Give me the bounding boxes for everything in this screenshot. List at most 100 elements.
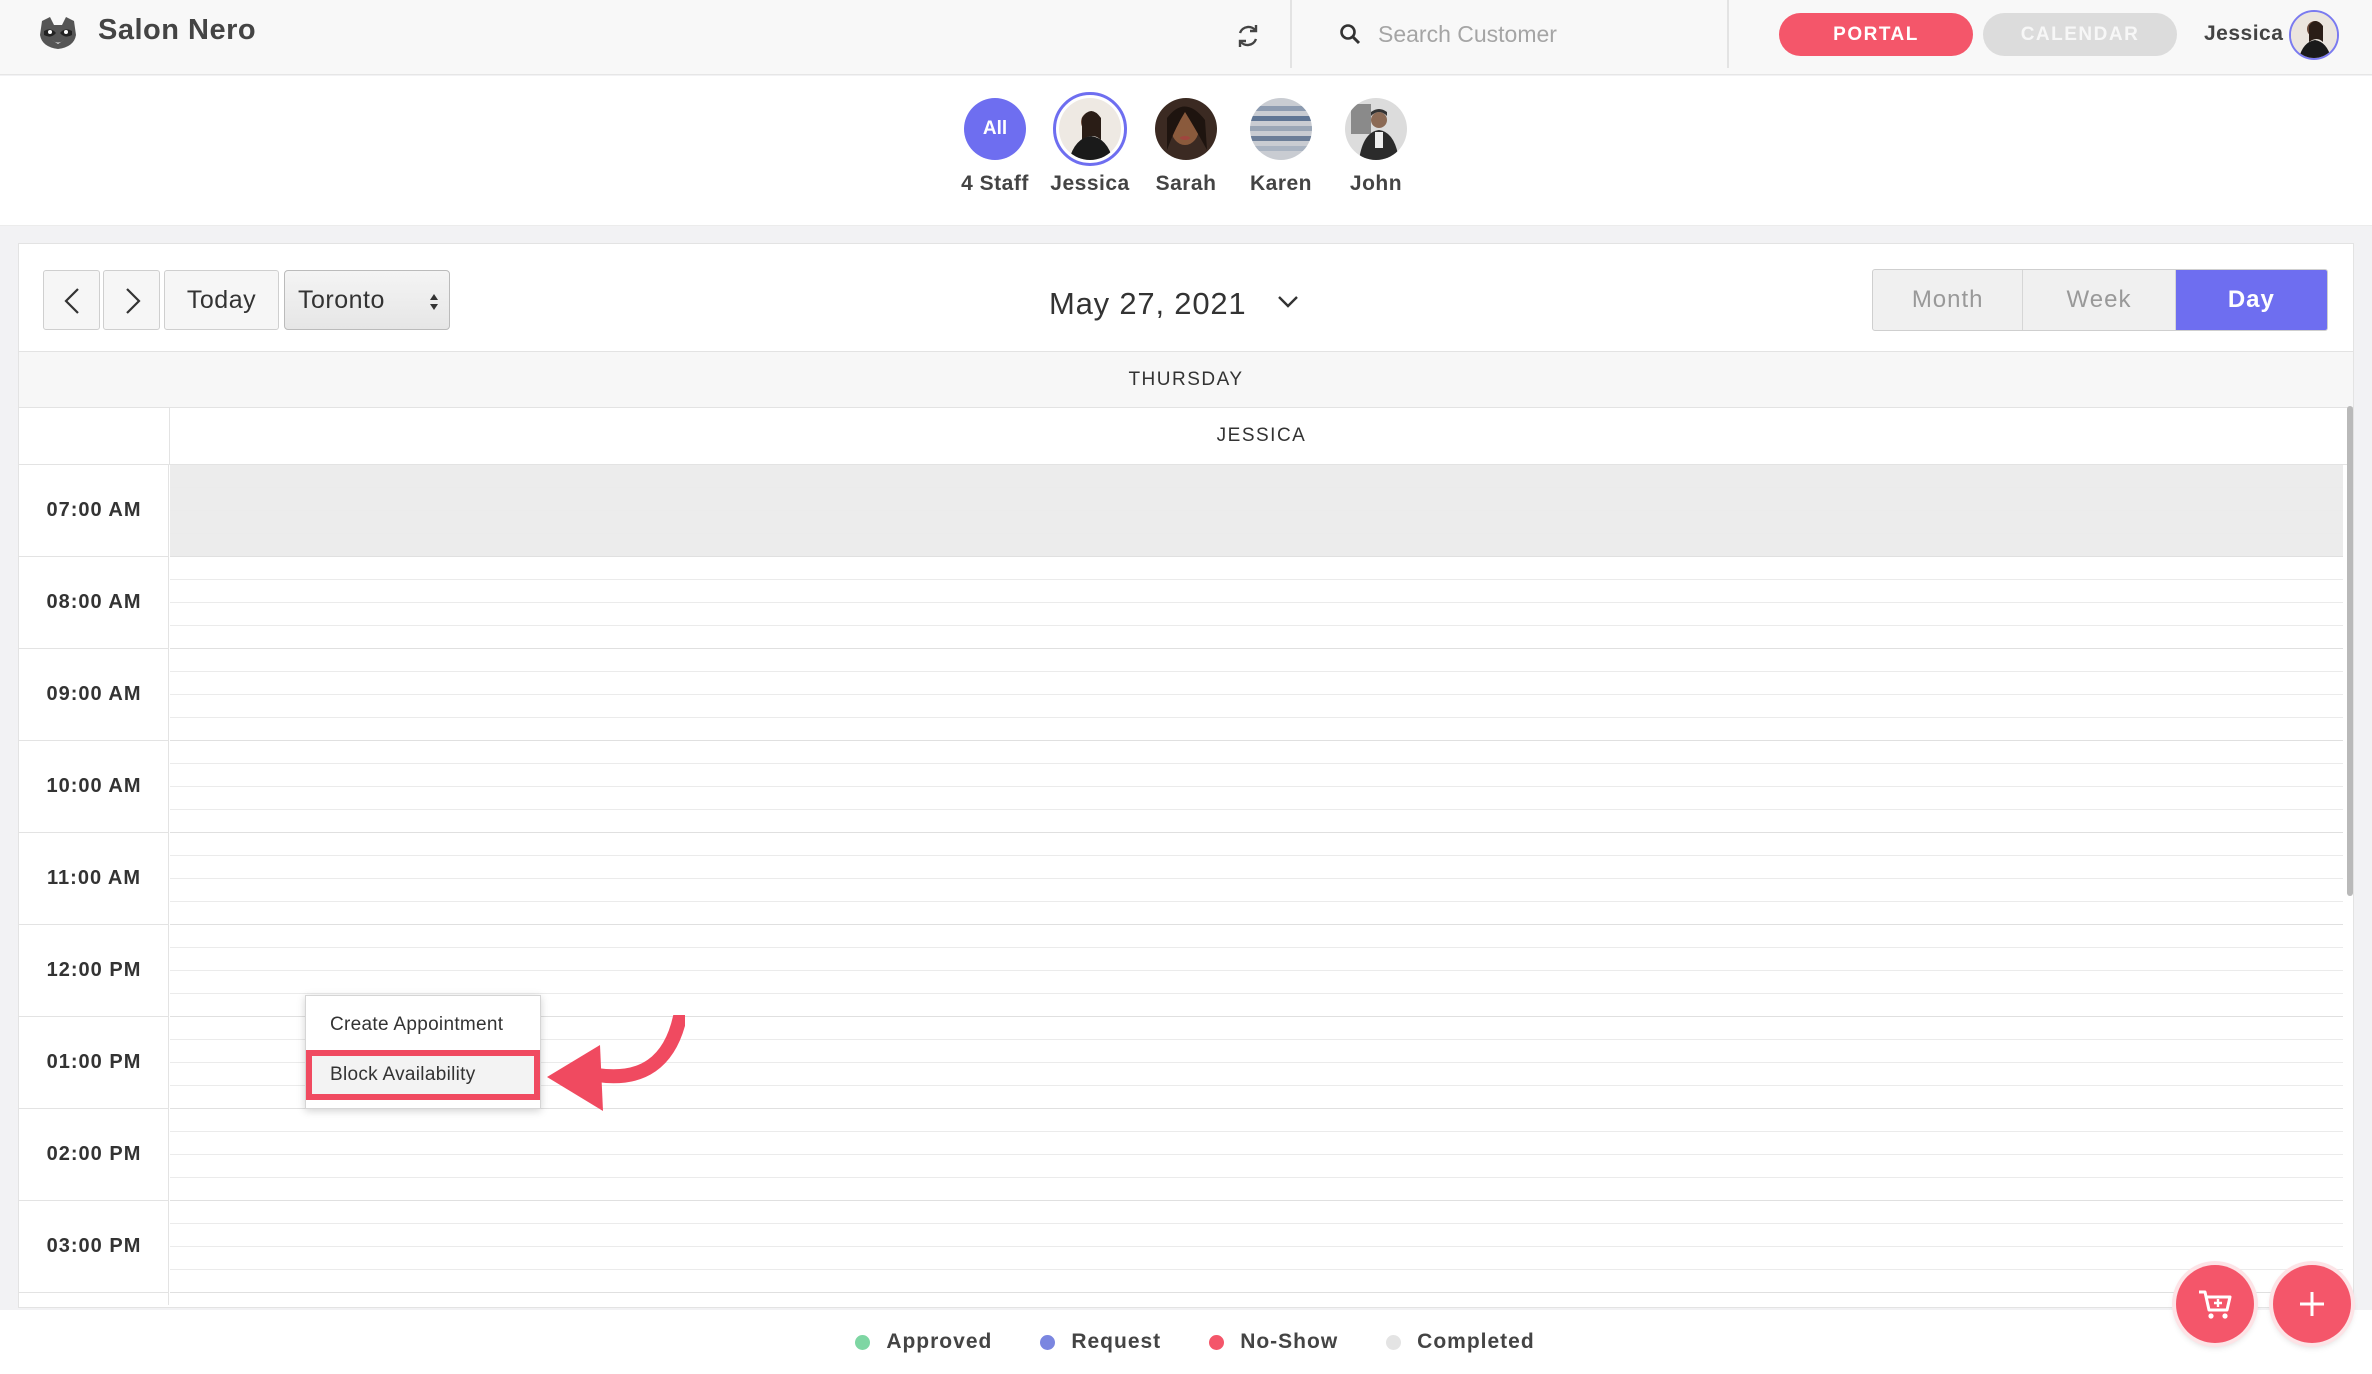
- staff-filter-bar: All 4 Staff Jessica Sarah Karen John: [0, 76, 2372, 226]
- slot-divider: [170, 878, 2343, 879]
- slot-divider: [170, 556, 2343, 557]
- user-avatar[interactable]: [2289, 10, 2339, 60]
- slot-divider: [170, 1200, 2343, 1201]
- time-label: 07:00 AM: [19, 465, 169, 557]
- today-button[interactable]: Today: [164, 270, 279, 330]
- view-switcher: Month Week Day: [1872, 269, 2328, 331]
- slot-divider: [170, 1131, 2343, 1132]
- slot-divider: [170, 579, 2343, 580]
- staff-filter-jessica[interactable]: Jessica: [1035, 92, 1145, 196]
- slot-divider: [170, 832, 2343, 833]
- time-slots-area[interactable]: [170, 465, 2343, 1305]
- add-button[interactable]: [2273, 1265, 2351, 1343]
- status-dot: [1386, 1334, 1402, 1350]
- slot-divider: [170, 970, 2343, 971]
- status-legend: Approved Request No-Show Completed: [0, 1310, 2372, 1374]
- current-date[interactable]: May 27, 2021: [1049, 286, 1246, 322]
- staff-filter-sarah[interactable]: Sarah: [1131, 98, 1241, 196]
- select-arrows-icon: [430, 294, 438, 310]
- staff-filter-john[interactable]: John: [1321, 98, 1431, 196]
- slot-divider: [170, 510, 2343, 511]
- time-label: 08:00 AM: [19, 557, 169, 649]
- refresh-icon[interactable]: [1232, 20, 1264, 52]
- slot-divider: [170, 1177, 2343, 1178]
- slot-divider: [170, 694, 2343, 695]
- slot-divider: [170, 648, 2343, 649]
- view-week-button[interactable]: Week: [2023, 270, 2176, 330]
- annotation-arrow-icon: [547, 1015, 685, 1111]
- status-dot: [1040, 1334, 1056, 1350]
- legend-no-show: No-Show: [1209, 1330, 1338, 1354]
- slot-divider: [170, 1292, 2343, 1293]
- staff-label: 4 Staff: [961, 172, 1029, 195]
- time-gutter: 07:00 AM 08:00 AM 09:00 AM 10:00 AM 11:0…: [19, 465, 169, 1305]
- staff-avatar: [1053, 92, 1127, 166]
- staff-avatar: [1345, 98, 1407, 160]
- time-label: 12:00 PM: [19, 925, 169, 1017]
- search-icon: [1340, 24, 1361, 45]
- view-month-button[interactable]: Month: [1873, 270, 2024, 330]
- staff-label: Jessica: [1050, 172, 1130, 195]
- slot-divider: [170, 1223, 2343, 1224]
- view-day-button[interactable]: Day: [2175, 270, 2327, 330]
- divider: [1727, 0, 1729, 68]
- slot-divider: [170, 786, 2343, 787]
- staff-label: Karen: [1249, 172, 1313, 195]
- timezone-select[interactable]: Toronto: [284, 270, 450, 330]
- slot-context-menu: Create Appointment Block Availability: [305, 995, 541, 1109]
- chevron-left-icon: [64, 288, 79, 314]
- legend-label: Completed: [1417, 1330, 1535, 1353]
- search-customer-input[interactable]: [1378, 14, 1678, 54]
- divider: [1290, 0, 1292, 68]
- legend-label: No-Show: [1240, 1330, 1339, 1353]
- slot-divider: [170, 1154, 2343, 1155]
- slot-divider: [170, 993, 2343, 994]
- slot-divider: [170, 671, 2343, 672]
- top-bar: Salon Nero PORTAL CALENDAR Jessica: [0, 0, 2372, 75]
- legend-approved: Approved: [855, 1330, 992, 1354]
- portal-button[interactable]: PORTAL: [1779, 13, 1973, 56]
- slot-divider: [170, 809, 2343, 810]
- next-day-button[interactable]: [103, 270, 160, 330]
- time-label: 09:00 AM: [19, 649, 169, 741]
- slot-divider: [170, 1269, 2343, 1270]
- time-label: 10:00 AM: [19, 741, 169, 833]
- legend-completed: Completed: [1386, 1330, 1535, 1354]
- staff-filter-all[interactable]: All 4 Staff: [940, 98, 1050, 196]
- raccoon-logo-icon: [40, 17, 76, 49]
- staff-label: Sarah: [1155, 172, 1217, 195]
- time-label: 01:00 PM: [19, 1017, 169, 1109]
- slot-divider: [170, 533, 2343, 534]
- staff-filter-karen[interactable]: Karen: [1226, 98, 1336, 196]
- legend-label: Request: [1071, 1330, 1162, 1353]
- staff-avatar: [1250, 98, 1312, 160]
- time-label: 11:00 AM: [19, 833, 169, 925]
- slot-divider: [170, 625, 2343, 626]
- legend-request: Request: [1040, 1330, 1161, 1354]
- slot-divider: [170, 740, 2343, 741]
- time-gutter-header: [19, 408, 169, 465]
- all-staff-badge: All: [964, 98, 1026, 160]
- chevron-down-icon[interactable]: [1275, 292, 1301, 312]
- day-of-week-header: THURSDAY: [19, 351, 2353, 408]
- slot-divider: [170, 947, 2343, 948]
- unavailable-block: [170, 465, 2343, 557]
- create-appointment-menu-item[interactable]: Create Appointment: [306, 1000, 540, 1050]
- slot-divider: [170, 602, 2343, 603]
- cart-button[interactable]: [2176, 1265, 2254, 1343]
- scrollbar[interactable]: [2347, 406, 2353, 896]
- slot-divider: [170, 487, 2343, 488]
- staff-label: John: [1349, 172, 1403, 195]
- slot-divider: [170, 1246, 2343, 1247]
- slot-divider: [170, 901, 2343, 902]
- plus-icon: [2300, 1292, 2324, 1316]
- day-time-grid: 07:00 AM 08:00 AM 09:00 AM 10:00 AM 11:0…: [19, 465, 2353, 1305]
- status-dot: [855, 1334, 871, 1350]
- user-name[interactable]: Jessica: [2204, 22, 2283, 46]
- staff-avatar: [1155, 98, 1217, 160]
- block-availability-menu-item[interactable]: Block Availability: [306, 1050, 540, 1100]
- slot-divider: [170, 855, 2343, 856]
- slot-divider: [170, 717, 2343, 718]
- prev-day-button[interactable]: [43, 270, 100, 330]
- calendar-button[interactable]: CALENDAR: [1983, 13, 2177, 56]
